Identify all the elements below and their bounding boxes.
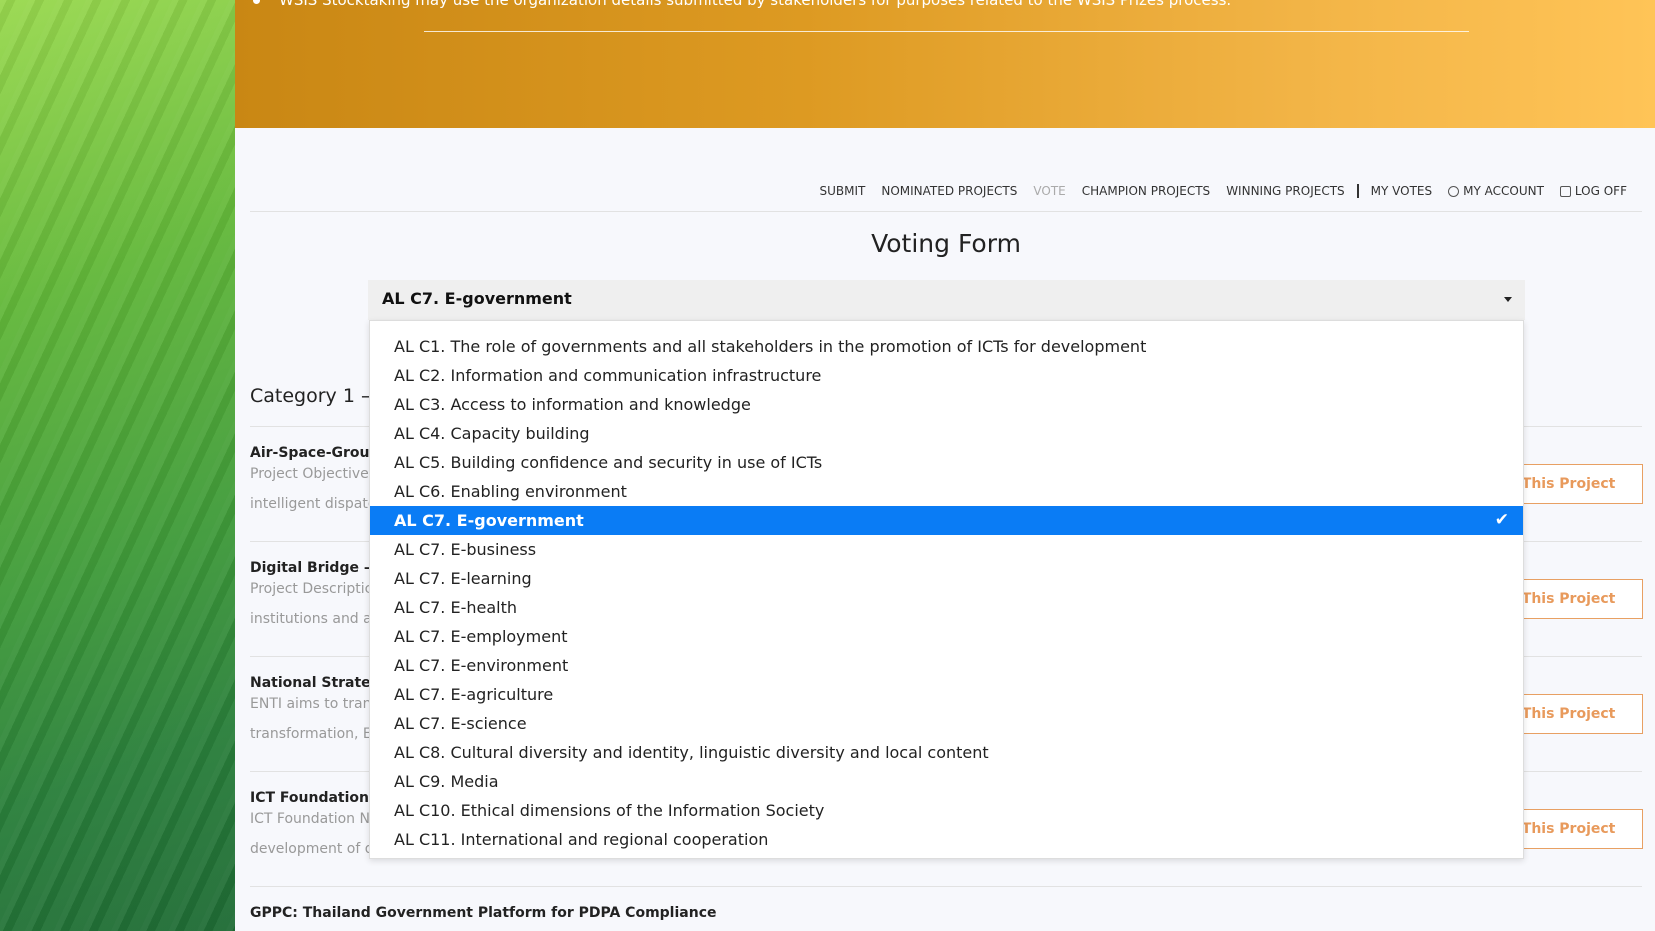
banner-divider <box>424 31 1469 32</box>
dropdown-option[interactable]: AL C5. Building confidence and security … <box>370 448 1523 477</box>
project-title[interactable]: Digital Bridge – N <box>250 560 387 576</box>
project-description: ICT Foundation Ne <box>250 811 379 827</box>
project-title[interactable]: Air-Space-Groun <box>250 445 379 461</box>
dropdown-option[interactable]: AL C9. Media <box>370 767 1523 796</box>
dropdown-option[interactable]: AL C7. E-agriculture <box>370 680 1523 709</box>
divider <box>250 886 1642 887</box>
project-description: Project Objective: <box>250 466 374 482</box>
dropdown-option[interactable]: AL C8. Cultural diversity and identity, … <box>370 738 1523 767</box>
nav-champion-projects[interactable]: CHAMPION PROJECTS <box>1074 184 1218 198</box>
dropdown-option[interactable]: AL C10. Ethical dimensions of the Inform… <box>370 796 1523 825</box>
checkmark-icon: ✔ <box>1494 510 1509 530</box>
dropdown-option[interactable]: AL C7. E-health <box>370 593 1523 622</box>
category-select[interactable]: AL C7. E-government <box>368 280 1525 320</box>
caret-down-icon <box>1504 297 1512 302</box>
dropdown-option[interactable]: AL C11. International and regional coope… <box>370 825 1523 854</box>
project-title[interactable]: ICT Foundation N <box>250 790 386 806</box>
dropdown-option[interactable]: AL C7. E-science <box>370 709 1523 738</box>
nav-my-account[interactable]: MY ACCOUNT <box>1440 184 1552 198</box>
dropdown-option-selected[interactable]: AL C7. E-government ✔ <box>370 506 1523 535</box>
dropdown-option[interactable]: AL C6. Enabling environment <box>370 477 1523 506</box>
nav-vote[interactable]: VOTE <box>1025 184 1073 198</box>
nav-submit[interactable]: SUBMIT <box>812 184 874 198</box>
project-description: institutions and a <box>250 611 372 627</box>
page-title: Voting Form <box>871 229 1021 258</box>
nav-divider <box>250 211 1642 212</box>
dropdown-option[interactable]: AL C7. E-employment <box>370 622 1523 651</box>
nav-my-votes[interactable]: MY VOTES <box>1363 184 1440 198</box>
category-select-value: AL C7. E-government <box>382 289 572 308</box>
logout-icon <box>1559 186 1571 197</box>
project-description: transformation, EN <box>250 726 383 742</box>
nav-separator <box>1356 184 1359 198</box>
project-description: Project Descriptic <box>250 581 373 597</box>
header-banner <box>235 0 1655 128</box>
project-description: ENTI aims to trans <box>250 696 379 712</box>
category-dropdown-list[interactable]: AL C1. The role of governments and all s… <box>369 320 1524 859</box>
nav-my-account-label: MY ACCOUNT <box>1463 184 1544 198</box>
nav-log-off[interactable]: LOG OFF <box>1552 184 1635 198</box>
dropdown-option[interactable]: AL C1. The role of governments and all s… <box>370 332 1523 361</box>
user-icon <box>1448 186 1460 197</box>
background-grass-image <box>0 0 235 931</box>
dropdown-option[interactable]: AL C7. E-business <box>370 535 1523 564</box>
dropdown-option[interactable]: AL C3. Access to information and knowled… <box>370 390 1523 419</box>
category-heading: Category 1 — <box>250 385 380 407</box>
dropdown-option[interactable]: AL C7. E-environment <box>370 651 1523 680</box>
dropdown-option-label: AL C7. E-government <box>394 511 584 530</box>
dropdown-option[interactable]: AL C4. Capacity building <box>370 419 1523 448</box>
project-description: intelligent dispatc <box>250 496 376 512</box>
project-description: development of d <box>250 841 374 857</box>
dropdown-option[interactable]: AL C2. Information and communication inf… <box>370 361 1523 390</box>
banner-text: WSIS Stocktaking may use the organizatio… <box>279 0 1232 9</box>
nav-nominated-projects[interactable]: NOMINATED PROJECTS <box>873 184 1025 198</box>
project-title[interactable]: GPPC: Thailand Government Platform for P… <box>250 905 716 921</box>
nav-winning-projects[interactable]: WINNING PROJECTS <box>1218 184 1352 198</box>
top-nav: SUBMIT NOMINATED PROJECTS VOTE CHAMPION … <box>812 184 1636 198</box>
dropdown-option[interactable]: AL C7. E-learning <box>370 564 1523 593</box>
nav-log-off-label: LOG OFF <box>1574 184 1627 198</box>
